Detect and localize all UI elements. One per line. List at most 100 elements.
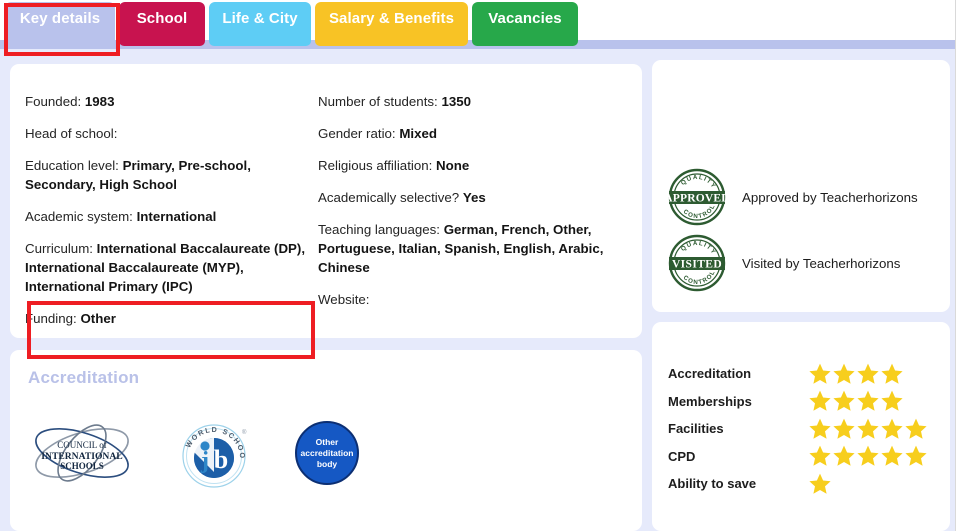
star-icon	[857, 418, 879, 439]
visited-stamp-row: VISITED QUALITY CONTROL Visited by Teach…	[666, 232, 900, 294]
rating-row: Ability to save	[668, 470, 940, 498]
rating-label: Ability to save	[668, 476, 757, 492]
detail-left-label: Curriculum:	[25, 241, 97, 256]
profile-tabs: Key details School Life & City Salary & …	[5, 2, 578, 46]
tab-salary-and-benefits-label: Salary & Benefits	[328, 10, 455, 27]
other-accreditation-body-logo[interactable]: Other accreditation body	[292, 418, 362, 488]
star-icon	[809, 390, 831, 412]
accreditation-panel: Accreditation COUNCIL of INTERNATIONAL S…	[10, 350, 642, 531]
visited-stamp-label: Visited by Teacherhorizons	[742, 255, 901, 271]
svg-text:SCHOOLS: SCHOOLS	[60, 461, 104, 471]
rating-label: CPD	[668, 448, 696, 464]
star-icon	[833, 445, 855, 467]
detail-left-label: Academic system:	[25, 209, 137, 224]
rating-row: CPD	[668, 443, 940, 471]
school-profile-page: Key details School Life & City Salary & …	[0, 0, 963, 531]
tab-vacancies[interactable]: Vacancies	[472, 2, 578, 46]
detail-left-field: Curriculum: International Baccalaureate …	[25, 239, 315, 296]
detail-right-label: Gender ratio:	[318, 126, 400, 141]
detail-right-field: Religious affiliation: None	[318, 156, 618, 175]
tab-school[interactable]: School	[119, 2, 205, 46]
detail-left-field: Academic system: International	[25, 207, 315, 226]
other-accreditation-body-circle: Other accreditation body	[295, 421, 359, 485]
ib-world-school-icon: j b WORLD SCHOOL ®	[176, 412, 247, 488]
rating-label: Accreditation	[668, 366, 752, 382]
approved-stamp-label: Approved by Teacherhorizons	[742, 189, 918, 205]
key-details-panel: Founded: 1983 Head of school: Education le…	[10, 64, 642, 359]
star-icon	[809, 473, 831, 494]
rating-stars	[808, 444, 928, 468]
rating-row: Facilities	[668, 415, 940, 443]
detail-left-field: Founded: 1983	[25, 92, 315, 111]
svg-text:VISITED: VISITED	[672, 259, 722, 271]
tab-school-label: School	[136, 10, 188, 27]
verification-stamps-panel: APPROVED QUALITY CONTROL Approved by Tea…	[652, 60, 950, 312]
cis-logo-icon: COUNCIL of INTERNATIONAL SCHOOLS	[35, 424, 129, 482]
detail-left-label: Education level:	[25, 158, 123, 173]
other-accreditation-body-label: Other accreditation body	[300, 436, 354, 469]
tab-vacancies-label: Vacancies	[488, 10, 562, 27]
tab-life-and-city-label: Life & City	[222, 10, 298, 27]
star-icon	[833, 363, 855, 384]
rating-row: Accreditation	[668, 360, 940, 388]
detail-right-value: Yes	[462, 190, 486, 205]
ib-world-school-logo[interactable]: j b WORLD SCHOOL ®	[176, 412, 252, 494]
detail-right-label: Academically selective?	[318, 190, 463, 205]
star-icon	[881, 363, 903, 384]
accreditation-logo-row: COUNCIL of INTERNATIONAL SCHOOLS j b WOR…	[28, 412, 362, 494]
star-icon	[857, 363, 879, 384]
svg-text:j: j	[200, 448, 209, 474]
detail-right-value: 1350	[441, 94, 472, 109]
ratings-panel: Accreditation Memberships Facilities CPD Abi…	[652, 322, 950, 531]
detail-left-value: International	[136, 209, 217, 224]
svg-text:b: b	[214, 445, 228, 474]
ratings-list: Accreditation Memberships Facilities CPD Abi…	[668, 360, 940, 498]
detail-right-field: Teaching languages: German, French, Othe…	[318, 220, 618, 277]
star-icon	[833, 390, 855, 412]
detail-left-field: Head of school:	[25, 124, 315, 143]
tab-life-and-city[interactable]: Life & City	[209, 2, 311, 46]
star-icon	[857, 390, 879, 412]
star-icon	[809, 418, 831, 439]
rating-stars	[808, 389, 904, 413]
detail-right-value: Mixed	[399, 126, 437, 141]
detail-right-field: Gender ratio: Mixed	[318, 124, 618, 143]
detail-left-label: Founded:	[25, 94, 85, 109]
detail-right-label: Number of students:	[318, 94, 442, 109]
details-column-right: Number of students: 1350 Gender ratio: Mi…	[318, 92, 618, 322]
svg-text:CONTROL: CONTROL	[682, 203, 717, 220]
tab-key-details[interactable]: Key details	[5, 2, 115, 46]
rating-stars	[808, 472, 832, 496]
svg-text:QUALITY: QUALITY	[680, 174, 718, 190]
detail-left-label: Funding:	[25, 311, 81, 326]
star-icon	[905, 445, 927, 467]
rating-label: Facilities	[668, 421, 724, 437]
tab-salary-and-benefits[interactable]: Salary & Benefits	[315, 2, 468, 46]
svg-text:APPROVED: APPROVED	[666, 193, 728, 205]
star-icon	[809, 363, 831, 384]
detail-left-value: 1983	[84, 94, 115, 109]
page-scrollbar[interactable]	[955, 0, 963, 531]
council-of-international-schools-logo[interactable]: COUNCIL of INTERNATIONAL SCHOOLS	[28, 417, 136, 489]
svg-text:CONTROL: CONTROL	[682, 269, 717, 286]
rating-stars	[808, 362, 904, 386]
visited-stamp-icon: VISITED QUALITY CONTROL	[668, 234, 726, 292]
detail-right-value: None	[436, 158, 470, 173]
star-icon	[881, 445, 903, 467]
star-icon	[833, 418, 855, 439]
detail-left-value: Other	[80, 311, 116, 326]
detail-left-label: Head of school:	[25, 126, 118, 141]
detail-right-label: Website:	[318, 292, 370, 307]
star-icon	[881, 418, 903, 439]
approved-stamp-icon: APPROVED QUALITY CONTROL	[666, 168, 728, 226]
rating-row: Memberships	[668, 388, 940, 416]
detail-right-field: Academically selective? Yes	[318, 188, 618, 207]
detail-left-field: Funding: Other	[25, 309, 315, 328]
detail-right-label: Religious affiliation:	[318, 158, 437, 173]
star-icon	[857, 445, 879, 467]
approved-stamp-row: APPROVED QUALITY CONTROL Approved by Tea…	[666, 166, 918, 228]
accreditation-heading: Accreditation	[28, 368, 140, 387]
star-icon	[905, 418, 927, 439]
star-icon	[809, 445, 831, 467]
rating-stars	[808, 417, 928, 441]
